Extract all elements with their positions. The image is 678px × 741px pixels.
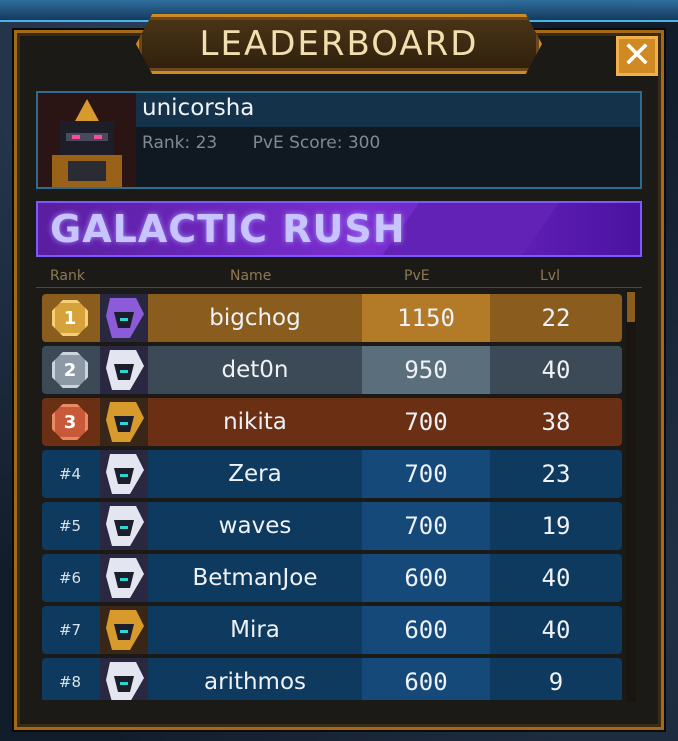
close-icon: ✕ [621, 35, 653, 76]
gold-medal-icon: 1 [42, 294, 98, 342]
pve-score-cell: 600 [362, 658, 490, 700]
rank-medal-number: 1 [52, 300, 88, 336]
player-pve-score: PvE Score: 300 [252, 133, 381, 153]
player-name-cell: Mira [230, 617, 280, 643]
title-plate: LEADERBOARD [136, 14, 542, 74]
avatar [100, 294, 148, 342]
leaderboard-row[interactable]: 2 det0n 950 40 [42, 346, 622, 394]
player-name-cell: bigchog [209, 305, 301, 331]
pve-score-cell: 700 [362, 502, 490, 550]
pve-score-cell: 700 [362, 450, 490, 498]
current-player-card: unicorsha Rank: 23 PvE Score: 300 [36, 91, 642, 189]
column-pve: PvE [404, 268, 430, 284]
level-cell: 23 [541, 460, 571, 488]
rank-number: #6 [58, 569, 82, 587]
column-name: Name [230, 268, 272, 284]
leaderboard-row[interactable]: #6 BetmanJoe 600 40 [42, 554, 622, 602]
leaderboard-list[interactable]: 1 bigchog 1150 22 2 det0n 950 40 3 nikita 700 38 #4 Z… [42, 294, 622, 700]
rank-number: #5 [58, 517, 82, 535]
scrollbar-thumb[interactable] [627, 292, 635, 322]
event-title: GALACTIC RUSH [50, 207, 406, 251]
player-name-cell: det0n [221, 357, 289, 383]
player-name-cell: Zera [228, 461, 282, 487]
leaderboard-row[interactable]: 1 bigchog 1150 22 [42, 294, 622, 342]
pve-score-cell: 600 [362, 554, 490, 602]
event-banner: GALACTIC RUSH [36, 201, 642, 257]
level-cell: 19 [541, 512, 571, 540]
rank-number: #4 [58, 465, 82, 483]
player-rank: Rank: 23 [142, 133, 218, 153]
column-rank: Rank [50, 268, 85, 284]
column-lvl: Lvl [540, 268, 560, 284]
level-cell: 38 [541, 408, 571, 436]
avatar [100, 502, 148, 550]
level-cell: 22 [541, 304, 571, 332]
avatar [100, 554, 148, 602]
player-name-cell: waves [218, 513, 292, 539]
leaderboard-row[interactable]: #8 arithmos 600 9 [42, 658, 622, 700]
player-avatar [38, 93, 136, 187]
pve-score-cell: 1150 [362, 294, 490, 342]
helmet-avatar-icon [38, 93, 136, 187]
level-cell: 9 [548, 668, 564, 696]
avatar [100, 398, 148, 446]
player-name-cell: nikita [223, 409, 287, 435]
player-name-cell: arithmos [204, 669, 306, 695]
level-cell: 40 [541, 564, 571, 592]
close-button[interactable]: ✕ [616, 36, 658, 76]
leaderboard-row[interactable]: #7 Mira 600 40 [42, 606, 622, 654]
leaderboard-row[interactable]: #5 waves 700 19 [42, 502, 622, 550]
column-headers: Rank Name PvE Lvl [36, 266, 642, 288]
rank-number: #8 [58, 673, 82, 691]
player-name-cell: BetmanJoe [192, 565, 318, 591]
leaderboard-row[interactable]: 3 nikita 700 38 [42, 398, 622, 446]
silver-medal-icon: 2 [42, 346, 98, 394]
bronze-medal-icon: 3 [42, 398, 98, 446]
pve-score-cell: 600 [362, 606, 490, 654]
scrollbar[interactable] [626, 290, 636, 702]
level-cell: 40 [541, 356, 571, 384]
avatar [100, 606, 148, 654]
leaderboard-row[interactable]: #4 Zera 700 23 [42, 450, 622, 498]
avatar [100, 658, 148, 700]
rank-number: #7 [58, 621, 82, 639]
pve-score-cell: 700 [362, 398, 490, 446]
avatar [100, 346, 148, 394]
level-cell: 40 [541, 616, 571, 644]
player-name: unicorsha [142, 95, 255, 121]
rank-medal-number: 3 [52, 404, 88, 440]
pve-score-cell: 950 [362, 346, 490, 394]
avatar [100, 450, 148, 498]
page-title: LEADERBOARD [199, 24, 479, 64]
rank-medal-number: 2 [52, 352, 88, 388]
player-stats: Rank: 23 PvE Score: 300 [142, 133, 410, 153]
